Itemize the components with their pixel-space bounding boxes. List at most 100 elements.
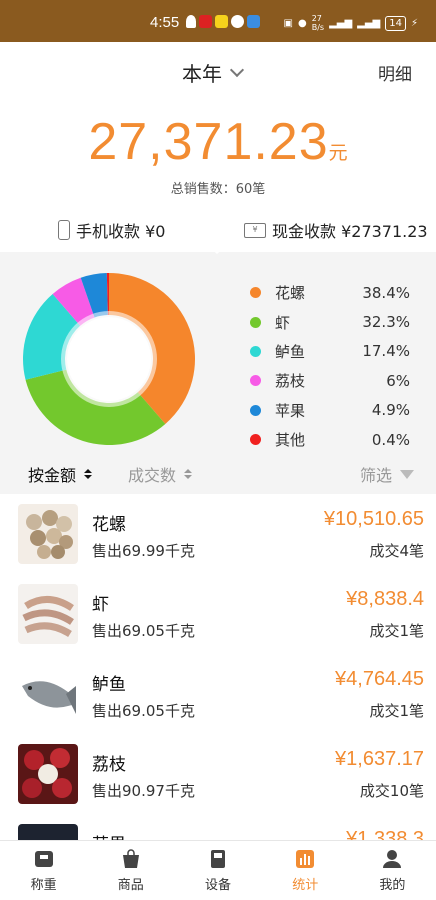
legend-percent: 32.3% xyxy=(362,313,410,332)
legend-percent: 38.4% xyxy=(362,283,410,302)
location-icon: ● xyxy=(297,17,307,29)
product-amount: ¥4,764.45 xyxy=(335,668,424,690)
sort-by-deals[interactable]: 成交数 xyxy=(128,462,193,486)
scale-icon xyxy=(34,850,53,867)
legend-percent: 4.9% xyxy=(371,401,410,420)
product-amount: ¥1,637.17 xyxy=(335,748,424,770)
battery-icon: 14 xyxy=(385,15,406,31)
notification-icons xyxy=(186,15,260,28)
sales-donut-chart xyxy=(23,273,196,445)
product-name: 荔枝 xyxy=(92,755,126,775)
list-item[interactable]: 花螺 售出69.99千克 ¥10,510.65 成交4笔 xyxy=(0,494,436,574)
header-pointer xyxy=(208,246,226,254)
filter-button[interactable]: 筛选 xyxy=(360,462,414,486)
list-item[interactable]: 虾 售出69.05千克 ¥8,838.4 成交1笔 xyxy=(0,574,436,654)
legend-percent: 0.4% xyxy=(371,430,410,449)
nfc-icon: ▣ xyxy=(283,17,293,29)
chevron-down-icon xyxy=(229,62,245,77)
status-time: 4:55 xyxy=(150,14,180,31)
legend-dot xyxy=(250,316,261,328)
bottom-navigation: 称重 商品 设备 统计 我的 xyxy=(0,840,436,900)
product-deals: 成交10笔 xyxy=(359,782,424,800)
product-thumbnail xyxy=(18,664,78,724)
charging-icon: ⚡ xyxy=(410,17,418,29)
donut-hole xyxy=(67,317,151,401)
sort-by-amount-label: 按金额 xyxy=(28,466,77,485)
product-thumbnail xyxy=(18,744,78,804)
status-right: ▣ ● 27 B/s ▂▄▆ ▂▄▆ 14 ⚡ xyxy=(284,14,418,32)
product-sold: 售出90.97千克 xyxy=(92,782,195,800)
bag-icon xyxy=(122,848,139,868)
product-name: 虾 xyxy=(92,595,109,615)
legend-label: 其他 xyxy=(275,431,306,450)
nav-tab-scale[interactable]: 称重 xyxy=(0,841,87,900)
mobile-payment-label: 手机收款 ¥0 xyxy=(76,222,166,241)
phone-icon xyxy=(58,220,70,240)
legend-item: 苹果 4.9% xyxy=(250,396,410,425)
nav-tab-devices[interactable]: 设备 xyxy=(174,841,261,900)
signal-icon: ▂▄▆ xyxy=(329,17,353,29)
network-speed: 27 B/s xyxy=(311,14,325,32)
legend-dot xyxy=(250,404,261,416)
product-list[interactable]: 花螺 售出69.99千克 ¥10,510.65 成交4笔 虾 售出69.05千克… xyxy=(0,494,436,840)
total-amount-value: 27,371.23 xyxy=(88,113,329,171)
product-amount: ¥8,838.4 xyxy=(346,588,424,610)
product-deals: 成交4笔 xyxy=(369,542,424,560)
meituan-icon xyxy=(215,15,228,28)
product-name: 鲈鱼 xyxy=(92,675,126,695)
nav-tab-label: 我的 xyxy=(379,877,406,893)
nav-tab-products[interactable]: 商品 xyxy=(87,841,174,900)
legend-percent: 6% xyxy=(386,371,410,390)
signal-icon-2: ▂▄▆ xyxy=(357,17,381,29)
legend-dot xyxy=(250,345,261,357)
period-selector[interactable]: 本年 xyxy=(182,58,245,87)
list-item[interactable]: 苹果 ¥1,338.3 xyxy=(0,814,436,840)
product-thumbnail xyxy=(18,824,78,840)
cash-payment-label: 现金收款 ¥27371.23 xyxy=(272,222,428,241)
mobile-payment: 手机收款 ¥0 xyxy=(58,218,165,242)
product-amount: ¥1,338.3 xyxy=(346,828,424,840)
legend-item: 花螺 38.4% xyxy=(250,278,410,307)
user-icon xyxy=(383,849,402,868)
product-name: 苹果 xyxy=(92,830,126,840)
product-sold: 售出69.99千克 xyxy=(92,542,195,560)
cash-icon: ¥ xyxy=(244,222,266,238)
nav-tab-stats[interactable]: 统计 xyxy=(262,841,349,900)
legend-item: 虾 32.3% xyxy=(250,307,410,336)
chart-legend: 花螺 38.4% 虾 32.3% 鲈鱼 17.4% 荔枝 6% 苹果 4.9% 其他 0.4% xyxy=(250,278,410,454)
legend-item: 荔枝 6% xyxy=(250,366,410,395)
product-thumbnail xyxy=(18,504,78,564)
nav-tab-label: 设备 xyxy=(205,877,232,893)
nav-tab-profile[interactable]: 我的 xyxy=(349,841,436,900)
period-label: 本年 xyxy=(182,62,222,86)
stats-icon xyxy=(296,849,315,868)
detail-button[interactable]: 明细 xyxy=(378,60,412,85)
bell-icon xyxy=(186,15,196,28)
cloud-icon xyxy=(247,15,260,28)
sort-bar: 按金额 成交数 筛选 xyxy=(0,450,436,494)
legend-label: 鲈鱼 xyxy=(275,342,306,361)
legend-percent: 17.4% xyxy=(362,342,410,361)
legend-dot xyxy=(250,287,261,299)
chat-icon xyxy=(231,15,244,28)
cash-payment: ¥ 现金收款 ¥27371.23 xyxy=(244,218,428,242)
total-amount: 27,371.23元 xyxy=(0,112,436,172)
legend-label: 虾 xyxy=(275,313,291,332)
filter-label: 筛选 xyxy=(359,466,392,485)
legend-dot xyxy=(250,434,261,446)
product-amount: ¥10,510.65 xyxy=(323,508,424,530)
product-name: 花螺 xyxy=(92,515,126,535)
list-item[interactable]: 鲈鱼 售出69.05千克 ¥4,764.45 成交1笔 xyxy=(0,654,436,734)
tmall-icon xyxy=(199,15,212,28)
nav-tab-label: 称重 xyxy=(30,877,57,893)
legend-dot xyxy=(250,375,261,387)
nav-tab-label: 统计 xyxy=(292,877,319,893)
product-deals: 成交1笔 xyxy=(369,622,424,640)
legend-item: 鲈鱼 17.4% xyxy=(250,337,410,366)
product-sold: 售出69.05千克 xyxy=(92,622,195,640)
filter-icon xyxy=(400,469,414,479)
sort-arrows-icon xyxy=(184,469,193,479)
legend-label: 荔枝 xyxy=(275,372,306,391)
sort-by-amount[interactable]: 按金额 xyxy=(28,462,93,486)
list-item[interactable]: 荔枝 售出90.97千克 ¥1,637.17 成交10笔 xyxy=(0,734,436,814)
